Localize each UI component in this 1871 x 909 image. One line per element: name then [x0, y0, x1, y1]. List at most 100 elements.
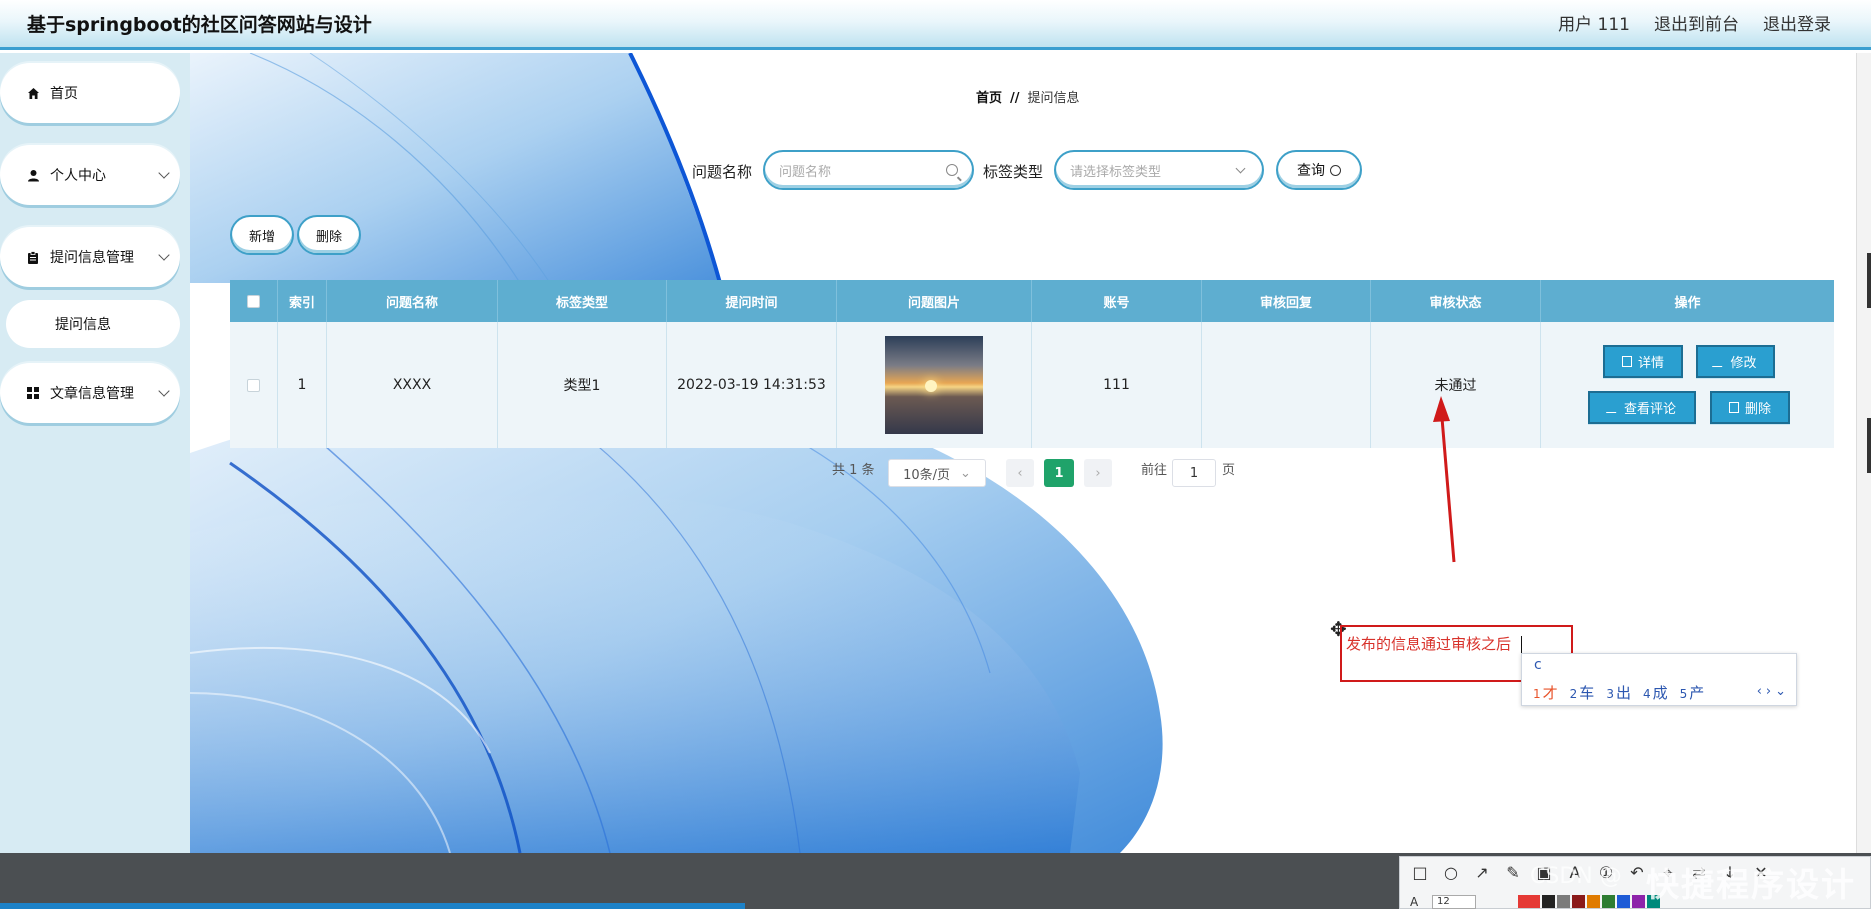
ime-candidate[interactable]: 3出 [1606, 682, 1631, 703]
header-actions: 用户 111 退出到前台 退出登录 [1558, 0, 1831, 44]
query-button[interactable]: 查询 [1276, 150, 1362, 190]
ime-candidate-popup[interactable]: c 1才 2车 3出 4成 5产 ‹›⌄ [1521, 653, 1797, 706]
ime-candidates: 1才 2车 3出 4成 5产 [1533, 682, 1704, 703]
ime-candidate-number: 3 [1606, 687, 1614, 701]
sidebar-item-personal-center[interactable]: 个人中心 [0, 145, 180, 205]
exit-to-front-link[interactable]: 退出到前台 [1654, 10, 1739, 35]
column-header: 问题图片 [837, 280, 1032, 322]
view-comments-button[interactable]: 查看评论 [1588, 391, 1696, 424]
page-size-select[interactable]: 10条/页 ⌄ [888, 459, 986, 487]
breadcrumb-home[interactable]: 首页 [976, 91, 1002, 106]
sidebar-item-article-management[interactable]: 文章信息管理 [0, 363, 180, 423]
column-header: 审核回复 [1202, 280, 1371, 322]
pen-tool-icon[interactable]: ✎ [1503, 863, 1523, 883]
ime-candidate[interactable]: 5产 [1680, 682, 1705, 703]
cell-question-name: XXXX [327, 322, 498, 448]
delete-button-label: 删除 [315, 229, 342, 245]
color-swatch[interactable] [1602, 895, 1615, 908]
watermark-text: 快捷程序设计 [1646, 865, 1856, 904]
sidebar-subitem-label: 提问信息 [55, 317, 111, 333]
row-delete-label: 删除 [1744, 402, 1771, 417]
select-all-checkbox[interactable] [247, 294, 260, 308]
edit-icon [1605, 402, 1620, 413]
arrow-tool-icon[interactable]: ↗ [1472, 863, 1492, 883]
ime-candidate-number: 4 [1642, 687, 1651, 701]
column-header: 操作 [1674, 295, 1701, 311]
column-header: 审核状态 [1371, 280, 1541, 322]
column-header: 标签类型 [498, 280, 667, 322]
delete-button[interactable]: 删除 [297, 215, 361, 255]
sidebar-item-home[interactable]: 首页 [0, 63, 180, 123]
video-progress-bar[interactable] [0, 903, 745, 909]
color-swatch[interactable] [1542, 895, 1555, 908]
row-delete-button[interactable]: 删除 [1710, 391, 1790, 424]
pagination-total: 共 1 条 [832, 463, 875, 478]
ime-candidate-char: 才 [1542, 684, 1558, 702]
ime-candidate[interactable]: 4成 [1643, 682, 1668, 703]
ime-page-arrows[interactable]: ‹›⌄ [1757, 684, 1790, 699]
cell-review-reply [1202, 322, 1371, 448]
ellipse-tool-icon[interactable]: ○ [1441, 863, 1461, 883]
home-icon [26, 86, 40, 100]
goto-page-input[interactable]: 1 [1172, 459, 1216, 487]
next-page-button[interactable]: › [1084, 459, 1112, 487]
question-name-input[interactable]: 问题名称 [763, 150, 974, 190]
chevron-down-icon [1235, 163, 1246, 174]
user-icon [26, 168, 40, 182]
ime-candidate[interactable]: 1才 [1533, 682, 1558, 703]
add-button[interactable]: 新增 [230, 215, 294, 255]
color-swatch[interactable] [1617, 895, 1630, 908]
row-checkbox[interactable] [247, 378, 260, 392]
view-comments-label: 查看评论 [1623, 402, 1676, 417]
ime-candidate-number: 2 [1569, 687, 1578, 701]
cell-account: 111 [1032, 322, 1202, 448]
current-page-button[interactable]: 1 [1044, 459, 1074, 487]
grid-icon [26, 386, 40, 400]
font-size-select[interactable]: 12 [1432, 895, 1476, 909]
top-header: 基于springboot的社区问答网站与设计 用户 111 退出到前台 退出登录 [0, 0, 1871, 50]
chevron-down-icon: ⌄ [960, 465, 971, 481]
column-header: 问题名称 [327, 280, 498, 322]
search-icon [1330, 164, 1341, 176]
color-swatch[interactable] [1632, 895, 1645, 908]
ime-candidate-number: 1 [1533, 687, 1541, 701]
query-button-label: 查询 [1297, 163, 1325, 179]
table-row: 1 XXXX 类型1 2022-03-19 14:31:53 111 未通过 [230, 322, 1834, 448]
sidebar-item-label: 个人中心 [50, 168, 106, 184]
detail-button[interactable]: 详情 [1603, 345, 1683, 378]
chevron-down-icon [158, 249, 170, 261]
edit-button[interactable]: 修改 [1696, 345, 1775, 378]
tag-type-select[interactable]: 请选择标签类型 [1054, 150, 1264, 190]
color-swatch[interactable] [1572, 895, 1585, 908]
scroll-marker [1867, 253, 1871, 308]
undo-icon[interactable]: ↶ [1627, 863, 1647, 883]
red-arrow-annotation [1433, 396, 1456, 563]
question-thumbnail[interactable] [885, 336, 983, 434]
question-name-label: 问题名称 [692, 163, 753, 181]
ime-candidate-char: 成 [1652, 684, 1668, 702]
tag-type-placeholder: 请选择标签类型 [1070, 164, 1162, 180]
watermark-prefix: CSDN @ [1530, 864, 1622, 889]
sidebar-item-question-info[interactable]: 提问信息 [6, 300, 180, 348]
color-swatch[interactable] [1557, 895, 1570, 908]
edit-button-label: 修改 [1730, 356, 1757, 371]
ime-candidate-number: 5 [1679, 687, 1688, 701]
logout-link[interactable]: 退出登录 [1763, 10, 1831, 35]
scrollbar[interactable] [1856, 53, 1871, 853]
sidebar-item-question-management[interactable]: 提问信息管理 [0, 227, 180, 287]
rectangle-tool-icon[interactable]: □ [1410, 863, 1430, 883]
color-palette [1518, 895, 1660, 908]
ime-typed-text: c [1534, 657, 1542, 673]
color-swatch[interactable] [1518, 895, 1540, 908]
site-title: 基于springboot的社区问答网站与设计 [27, 14, 372, 36]
cell-question-image [837, 322, 1032, 448]
cell-index: 1 [278, 322, 327, 448]
column-header: 提问时间 [667, 280, 837, 322]
chevron-down-icon [158, 167, 170, 179]
prev-page-button[interactable]: ‹ [1006, 459, 1034, 487]
ime-candidate[interactable]: 2车 [1570, 682, 1595, 703]
breadcrumb-separator: // [1010, 91, 1020, 106]
sidebar-item-label: 文章信息管理 [50, 386, 134, 402]
color-swatch[interactable] [1587, 895, 1600, 908]
question-name-placeholder: 问题名称 [779, 164, 832, 180]
